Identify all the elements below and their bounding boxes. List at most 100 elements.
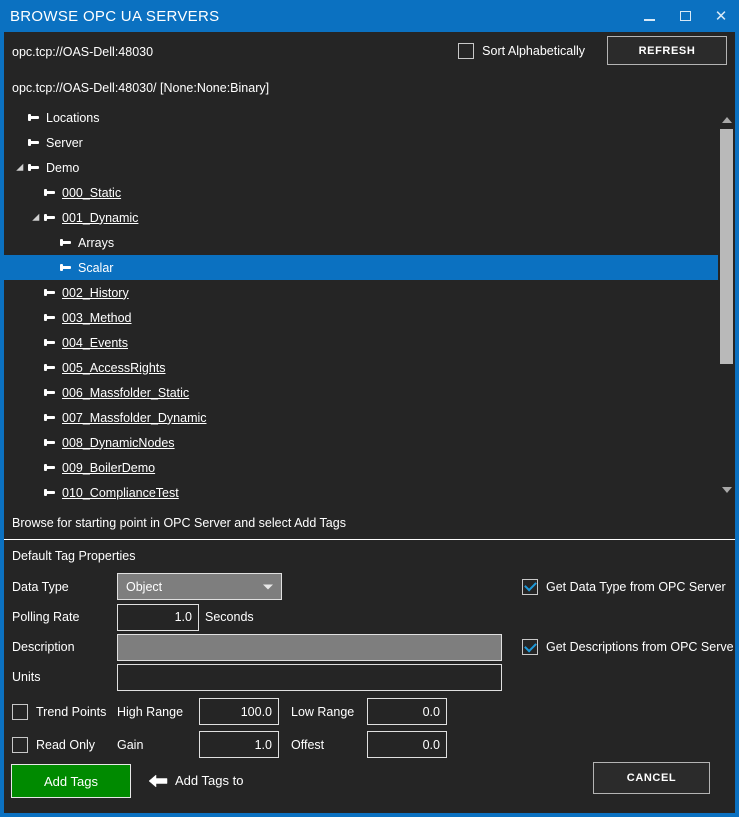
- read-only-checkbox[interactable]: Read Only: [4, 736, 117, 753]
- tree-node-010-compliancetest[interactable]: 010_ComplianceTest: [4, 480, 735, 505]
- data-type-value: Object: [126, 579, 163, 594]
- maximize-icon: [679, 11, 691, 21]
- tree-node-009-boilerdemo[interactable]: 009_BoilerDemo: [4, 455, 735, 480]
- expander-placeholder: [14, 111, 28, 125]
- offset-input[interactable]: 0.0: [367, 731, 447, 758]
- tree-node-label: 009_BoilerDemo: [62, 460, 156, 475]
- tree-node-label: Scalar: [78, 260, 114, 275]
- node-icon: [44, 412, 57, 424]
- tree-node-002-history[interactable]: 002_History: [4, 280, 735, 305]
- node-icon: [44, 387, 57, 399]
- offset-label: Offest: [291, 737, 325, 752]
- expander-placeholder: [30, 286, 44, 300]
- tree-node-server[interactable]: Server: [4, 130, 735, 155]
- trend-points-checkbox[interactable]: Trend Points: [4, 703, 117, 720]
- low-range-label: Low Range: [291, 704, 355, 719]
- close-icon: ✕: [714, 7, 728, 25]
- tree-node-003-method[interactable]: 003_Method: [4, 305, 735, 330]
- expander-open-icon[interactable]: [14, 161, 28, 175]
- chevron-up-icon: [721, 117, 732, 123]
- node-icon: [60, 237, 73, 249]
- trend-points-box: [12, 703, 28, 720]
- tree-node-arrays[interactable]: Arrays: [4, 230, 735, 255]
- add-tags-button[interactable]: Add Tags: [11, 764, 131, 798]
- close-button[interactable]: ✕: [703, 0, 739, 32]
- expander-placeholder: [30, 336, 44, 350]
- title-bar: BROWSE OPC UA SERVERS ✕: [0, 0, 739, 32]
- tree-node-label: 010_ComplianceTest: [62, 485, 179, 500]
- expander-placeholder: [46, 261, 60, 275]
- get-descriptions-checkbox[interactable]: Get Descriptions from OPC Serve: [522, 639, 734, 655]
- scroll-down-button[interactable]: [718, 483, 735, 497]
- endpoint-bar: opc.tcp://OAS-Dell:48030 Sort Alphabetic…: [4, 32, 735, 71]
- scroll-up-button[interactable]: [718, 113, 735, 127]
- description-row: Description Get Descriptions from OPC Se…: [4, 632, 735, 662]
- tree-node-label: 004_Events: [62, 335, 129, 350]
- tree-node-label: 001_Dynamic: [62, 210, 139, 225]
- units-label: Units: [12, 670, 41, 684]
- browse-opc-ua-servers-window: BROWSE OPC UA SERVERS ✕ opc.tcp://OAS-De…: [0, 0, 739, 817]
- data-type-row: Data Type Object Get Data Type from OPC …: [4, 571, 735, 602]
- get-descriptions-label: Get Descriptions from OPC Serve: [546, 640, 734, 654]
- tree-node-locations[interactable]: Locations: [4, 105, 735, 130]
- window-title: BROWSE OPC UA SERVERS: [10, 7, 220, 25]
- minimize-button[interactable]: [631, 0, 667, 32]
- gain-input[interactable]: 1.0: [199, 731, 279, 758]
- tree-node-007-massfolder-dynamic[interactable]: 007_Massfolder_Dynamic: [4, 405, 735, 430]
- tree-node-000-static[interactable]: 000_Static: [4, 180, 735, 205]
- tree-node-008-dynamicnodes[interactable]: 008_DynamicNodes: [4, 430, 735, 455]
- expander-placeholder: [30, 436, 44, 450]
- units-row: Units: [4, 662, 735, 692]
- tree-node-label: 003_Method: [62, 310, 132, 325]
- node-icon: [28, 137, 41, 149]
- node-icon: [44, 312, 57, 324]
- node-icon: [44, 462, 57, 474]
- maximize-button[interactable]: [667, 0, 703, 32]
- tree-node-004-events[interactable]: 004_Events: [4, 330, 735, 355]
- tree-node-scalar[interactable]: Scalar: [4, 255, 735, 280]
- gain-label: Gain: [117, 737, 144, 752]
- window-body: opc.tcp://OAS-Dell:48030 Sort Alphabetic…: [4, 32, 735, 813]
- get-descriptions-box: [522, 639, 538, 655]
- units-input[interactable]: [117, 663, 502, 691]
- expander-placeholder: [30, 186, 44, 200]
- scrollbar-thumb[interactable]: [720, 129, 733, 364]
- tree-node-006-massfolder-static[interactable]: 006_Massfolder_Static: [4, 380, 735, 405]
- description-input[interactable]: [117, 633, 502, 661]
- expander-placeholder: [14, 136, 28, 150]
- tree-scrollbar[interactable]: [718, 105, 735, 506]
- polling-rate-input[interactable]: 1.0: [117, 603, 199, 631]
- data-type-label: Data Type: [12, 579, 69, 594]
- window-controls: ✕: [631, 0, 739, 32]
- cancel-button[interactable]: CANCEL: [593, 762, 710, 794]
- read-only-box: [12, 736, 28, 753]
- expander-placeholder: [30, 311, 44, 325]
- expander-open-icon[interactable]: [30, 211, 44, 225]
- node-icon: [44, 337, 57, 349]
- data-type-select[interactable]: Object: [117, 573, 282, 600]
- low-range-input[interactable]: 0.0: [367, 698, 447, 725]
- tree-node-001-dynamic[interactable]: 001_Dynamic: [4, 205, 735, 230]
- tree-node-label: 000_Static: [62, 185, 122, 200]
- expander-placeholder: [30, 386, 44, 400]
- get-data-type-checkbox[interactable]: Get Data Type from OPC Server: [522, 578, 726, 595]
- tree-node-label: Arrays: [78, 235, 115, 250]
- high-range-input[interactable]: 100.0: [199, 698, 279, 725]
- tree-node-label: 008_DynamicNodes: [62, 435, 175, 450]
- get-data-type-label: Get Data Type from OPC Server: [546, 579, 726, 594]
- minimize-icon: [643, 18, 655, 21]
- node-icon: [44, 212, 57, 224]
- sort-alphabetically-checkbox[interactable]: Sort Alphabetically: [458, 42, 585, 59]
- header-controls: Sort Alphabetically REFRESH: [458, 36, 727, 65]
- tree-node-label: 002_History: [62, 285, 129, 300]
- add-tags-to-label: Add Tags to: [175, 773, 244, 788]
- high-range-label: High Range: [117, 704, 184, 719]
- tree-node-label: 005_AccessRights: [62, 360, 166, 375]
- tree-node-005-accessrights[interactable]: 005_AccessRights: [4, 355, 735, 380]
- tree-node-label: 007_Massfolder_Dynamic: [62, 410, 207, 425]
- polling-rate-units: Seconds: [205, 610, 254, 624]
- tree-node-demo[interactable]: Demo: [4, 155, 735, 180]
- refresh-button[interactable]: REFRESH: [607, 36, 727, 65]
- expander-placeholder: [30, 486, 44, 500]
- trend-points-label: Trend Points: [36, 704, 107, 719]
